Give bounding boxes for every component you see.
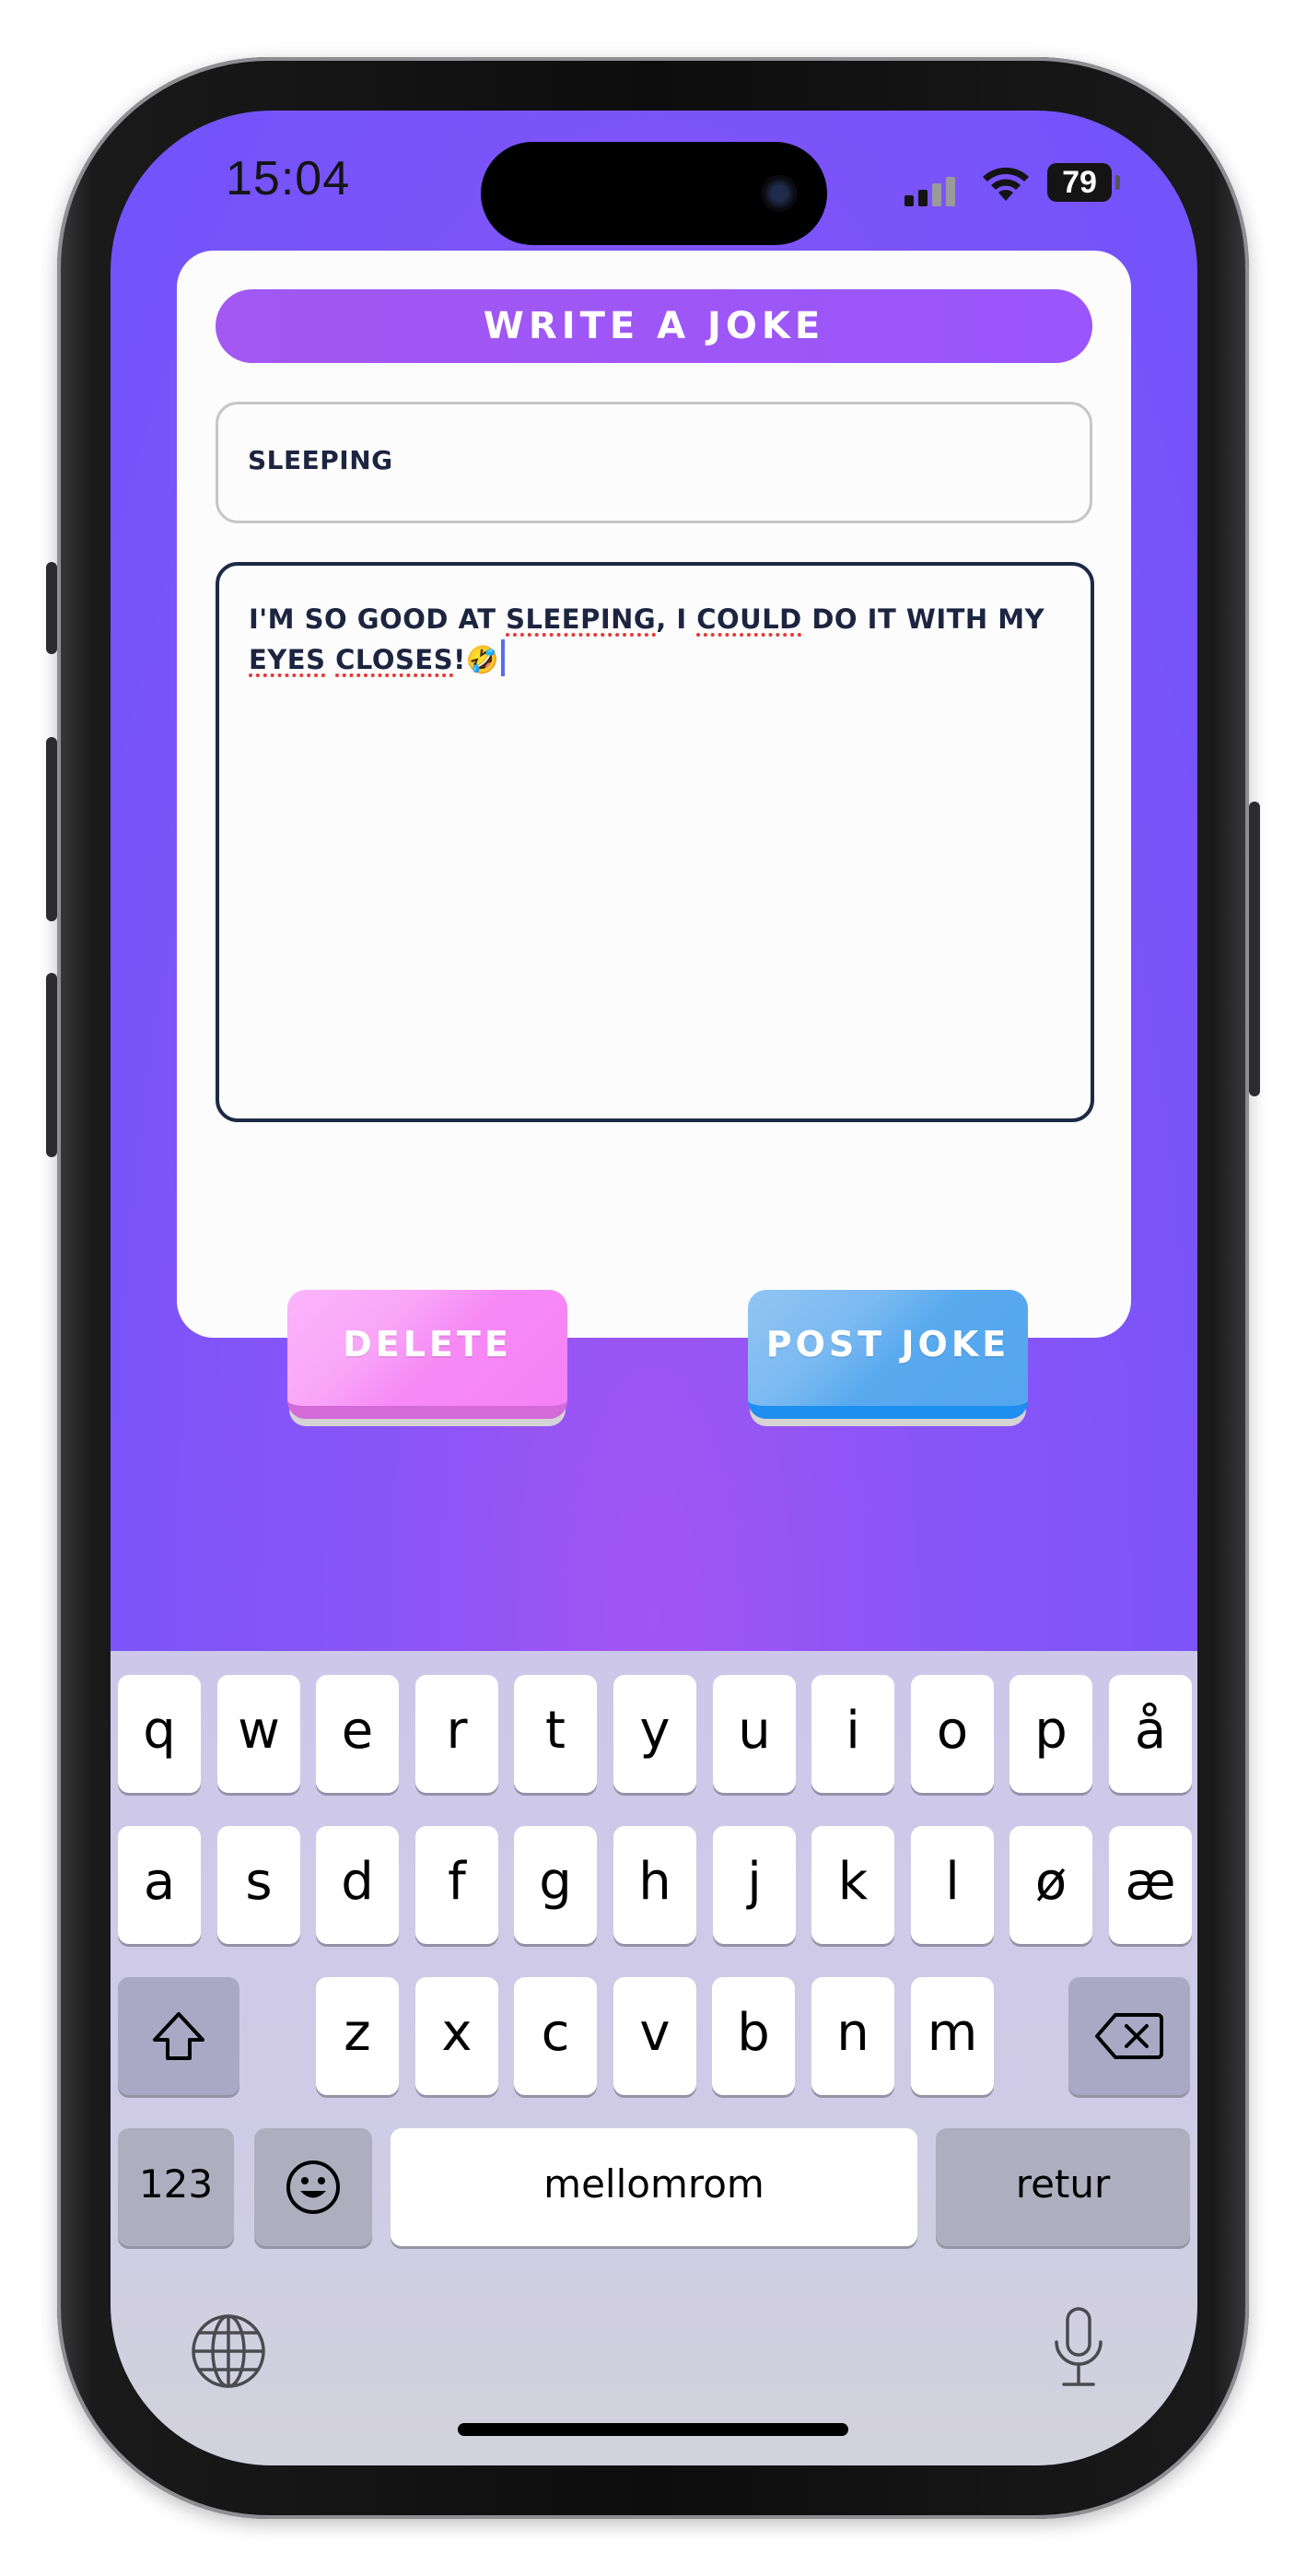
key-r[interactable]: r (415, 1675, 498, 1793)
key-g[interactable]: g (514, 1826, 597, 1944)
joke-text-part (326, 644, 336, 675)
space-key[interactable]: mellomrom (391, 2128, 917, 2246)
key-d[interactable]: d (316, 1826, 399, 1944)
volume-down-button (46, 973, 57, 1157)
shift-key[interactable] (118, 1977, 239, 2095)
key-å[interactable]: å (1109, 1675, 1192, 1793)
microphone-icon[interactable] (1049, 2305, 1108, 2392)
text-caret (501, 639, 506, 676)
misspelled-word[interactable]: EYES (249, 644, 326, 675)
joke-card: WRITE A JOKE SLEEPING I'M SO GOOD AT SLE… (177, 251, 1131, 1419)
key-k[interactable]: k (811, 1826, 894, 1944)
camera-icon (761, 175, 798, 212)
power-button (1249, 802, 1260, 1096)
key-u[interactable]: u (713, 1675, 796, 1793)
key-v[interactable]: v (613, 1977, 696, 2095)
post-joke-button-label: POST JOKE (765, 1324, 1010, 1364)
action-button (46, 562, 57, 654)
key-a[interactable]: a (118, 1826, 201, 1944)
backspace-icon (1095, 2013, 1163, 2059)
key-i[interactable]: i (811, 1675, 894, 1793)
joke-text-part: DO IT WITH MY (801, 603, 1045, 635)
signal-icon (904, 177, 956, 206)
laughing-emoji-icon: 🤣 (465, 644, 500, 675)
topic-input[interactable]: SLEEPING (216, 402, 1092, 523)
key-s[interactable]: s (217, 1826, 300, 1944)
backspace-key[interactable] (1068, 1977, 1190, 2095)
joke-text-part: , I (656, 603, 697, 635)
wifi-icon (983, 167, 1029, 201)
key-m[interactable]: m (911, 1977, 994, 2095)
misspelled-word[interactable]: CLOSES (335, 644, 453, 675)
misspelled-word[interactable]: SLEEPING (506, 603, 656, 635)
joke-text: I'M SO GOOD AT SLEEPING, I COULD DO IT W… (249, 599, 1059, 680)
key-o[interactable]: o (911, 1675, 994, 1793)
key-e[interactable]: e (316, 1675, 399, 1793)
key-x[interactable]: x (415, 1977, 498, 2095)
key-ø[interactable]: ø (1009, 1826, 1092, 1944)
home-indicator (458, 2423, 848, 2436)
screen: 15:04 79 WRITE A JOKE SLEEPING I'M SO GO… (111, 111, 1197, 2465)
joke-text-part: I'M SO GOOD AT (249, 603, 507, 635)
shift-icon (153, 2012, 204, 2060)
keyboard: qwertyuiopå asdfghjkløæ zxcvbnm 123 mell… (111, 1651, 1197, 2465)
key-q[interactable]: q (118, 1675, 201, 1793)
emoji-icon (286, 2160, 340, 2214)
delete-button[interactable]: DELETE (287, 1290, 567, 1419)
post-joke-button[interactable]: POST JOKE (748, 1290, 1028, 1419)
topic-input-value: SLEEPING (248, 445, 393, 475)
key-æ[interactable]: æ (1109, 1826, 1192, 1944)
key-z[interactable]: z (316, 1977, 399, 2095)
key-w[interactable]: w (217, 1675, 300, 1793)
key-b[interactable]: b (712, 1977, 795, 2095)
joke-textarea[interactable]: I'M SO GOOD AT SLEEPING, I COULD DO IT W… (216, 562, 1094, 1122)
key-l[interactable]: l (911, 1826, 994, 1944)
volume-up-button (46, 737, 57, 921)
globe-icon[interactable] (190, 2313, 267, 2390)
key-p[interactable]: p (1009, 1675, 1092, 1793)
key-h[interactable]: h (613, 1826, 696, 1944)
key-t[interactable]: t (514, 1675, 597, 1793)
key-y[interactable]: y (613, 1675, 696, 1793)
key-n[interactable]: n (811, 1977, 894, 2095)
emoji-key[interactable] (254, 2128, 372, 2246)
battery-tip (1115, 175, 1120, 190)
misspelled-word[interactable]: COULD (696, 603, 802, 635)
battery-icon: 79 (1047, 163, 1112, 202)
dynamic-island (481, 142, 827, 245)
numbers-key[interactable]: 123 (118, 2128, 234, 2246)
status-time: 15:04 (226, 152, 351, 205)
key-c[interactable]: c (514, 1977, 597, 2095)
key-j[interactable]: j (713, 1826, 796, 1944)
return-key[interactable]: retur (936, 2128, 1190, 2246)
card-title: WRITE A JOKE (216, 289, 1092, 363)
delete-button-label: DELETE (343, 1324, 512, 1364)
key-f[interactable]: f (415, 1826, 498, 1944)
joke-text-part: ! (453, 644, 466, 675)
